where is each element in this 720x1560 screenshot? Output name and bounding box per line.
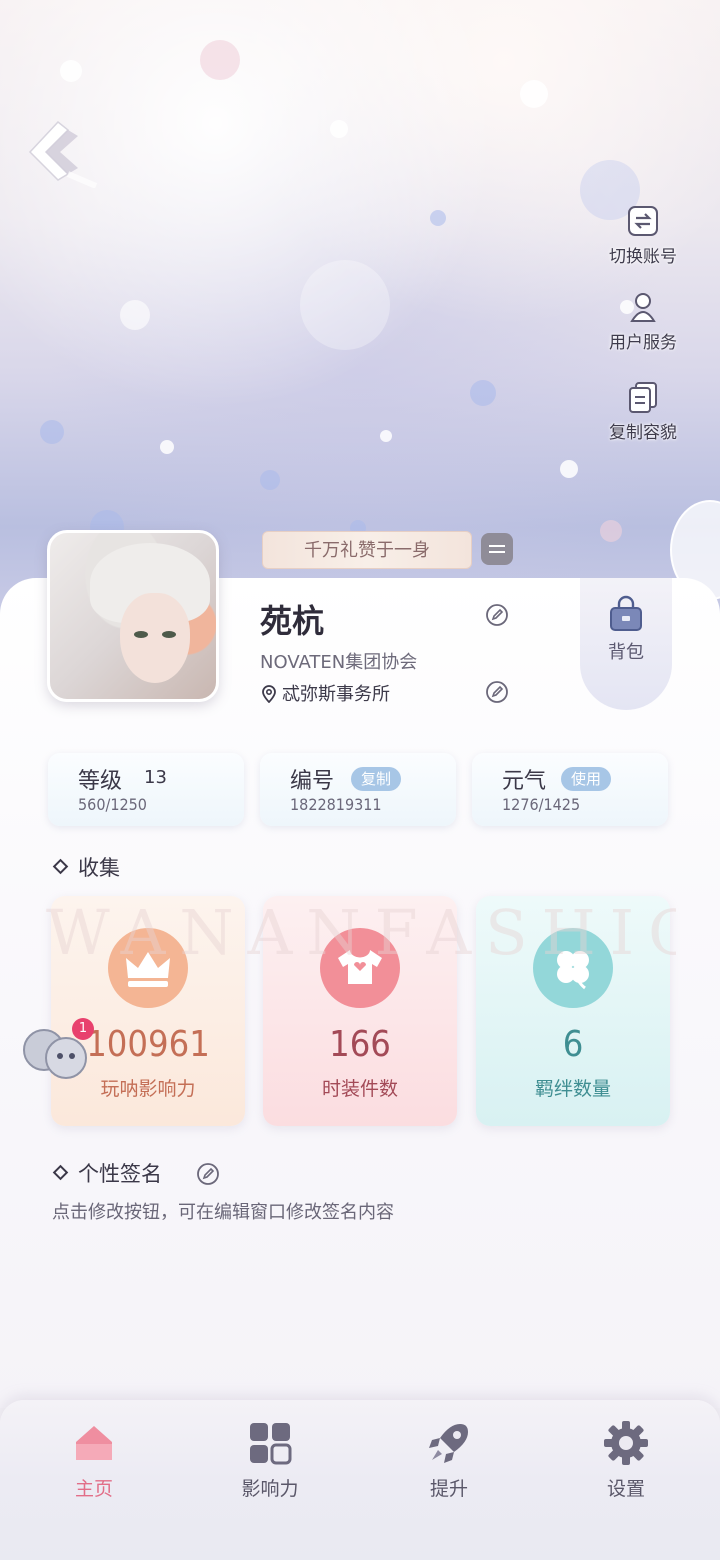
bag-label: 背包 <box>608 642 644 663</box>
diamond-bullet-icon <box>52 858 69 875</box>
location-pin-icon <box>262 685 276 703</box>
switch-account-label: 切换账号 <box>609 247 677 267</box>
outfit-count-caption: 时装件数 <box>321 1078 398 1100</box>
use-energy-button[interactable]: 使用 <box>561 767 612 791</box>
bond-count-value: 6 <box>562 1024 584 1065</box>
player-name: 苑杭 <box>260 602 325 640</box>
edit-location-icon[interactable] <box>485 680 509 704</box>
level-progress: 560/1250 <box>78 795 147 814</box>
signature-hint: 点击修改按钮，可在编辑窗口修改签名内容 <box>52 1202 394 1223</box>
nav-influence-label: 影响力 <box>241 1478 299 1500</box>
level-label: 等级 <box>78 769 123 794</box>
copy-look-button[interactable]: 复制容貌 <box>588 380 698 443</box>
energy-card: 元气 使用 1276/1425 <box>472 753 668 826</box>
back-button[interactable] <box>28 118 98 189</box>
level-value: 13 <box>144 767 167 788</box>
signature-title: 个性签名 <box>78 1162 162 1186</box>
home-icon <box>76 1426 112 1460</box>
nav-upgrade-label: 提升 <box>429 1478 468 1500</box>
avatar[interactable] <box>47 530 219 702</box>
edit-name-icon[interactable] <box>485 603 509 627</box>
user-icon <box>630 293 656 322</box>
copy-id-button[interactable]: 复制 <box>351 767 402 791</box>
switch-title-button[interactable] <box>481 533 513 565</box>
notification-badge: 1 <box>72 1018 94 1040</box>
user-service-label: 用户服务 <box>609 333 677 353</box>
bag-button[interactable]: 背包 <box>580 578 672 710</box>
nav-home[interactable]: 主页 <box>34 1420 154 1501</box>
rocket-icon <box>429 1424 468 1463</box>
gear-icon <box>604 1421 648 1465</box>
diamond-bullet-icon <box>52 1164 69 1181</box>
copy-icon <box>629 382 657 413</box>
organization-label: NOVATEN集团协会 <box>260 652 418 673</box>
bond-count-caption: 羁绊数量 <box>534 1078 611 1100</box>
back-chevron-icon <box>28 120 98 189</box>
switch-icon <box>628 206 658 236</box>
grid-icon <box>250 1423 292 1465</box>
bag-icon <box>610 595 642 631</box>
outfit-count-value: 166 <box>329 1024 391 1065</box>
edit-signature-icon[interactable] <box>196 1162 220 1186</box>
location-label: 忒弥斯事务所 <box>282 684 390 705</box>
nav-upgrade[interactable]: 提升 <box>389 1420 509 1501</box>
collection-title: 收集 <box>78 856 120 880</box>
title-badge: 千万礼赞于一身 <box>262 531 472 569</box>
signature-heading: 个性签名 <box>52 1158 162 1188</box>
level-card: 等级 13 560/1250 <box>48 753 244 826</box>
collection-heading: 收集 <box>52 852 120 882</box>
bottom-navigation: 主页 影响力 提升 设置 <box>0 1400 720 1560</box>
copy-look-label: 复制容貌 <box>609 423 677 443</box>
energy-value: 1276/1425 <box>502 795 581 814</box>
id-label: 编号 <box>290 769 335 794</box>
nav-influence[interactable]: 影响力 <box>210 1420 330 1501</box>
id-card: 编号 复制 1822819311 <box>260 753 456 826</box>
user-service-button[interactable]: 用户服务 <box>588 290 698 353</box>
switch-account-button[interactable]: 切换账号 <box>588 204 698 267</box>
nav-settings-label: 设置 <box>606 1478 645 1500</box>
id-value: 1822819311 <box>290 795 382 814</box>
nav-home-label: 主页 <box>74 1478 113 1500</box>
nav-settings[interactable]: 设置 <box>566 1420 686 1501</box>
brand-watermark: WANANFASHIONBOND <box>46 896 676 969</box>
location: 忒弥斯事务所 <box>260 680 390 706</box>
energy-label: 元气 <box>502 769 547 794</box>
